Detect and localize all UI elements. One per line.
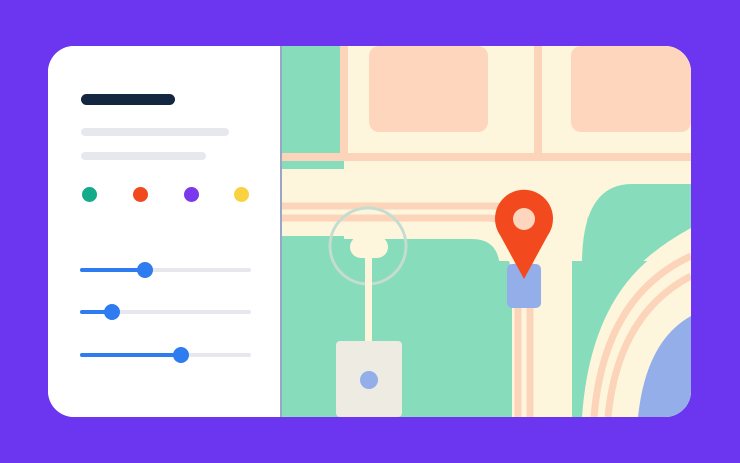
color-option-purple[interactable] <box>184 187 199 202</box>
title-placeholder-bar <box>81 94 175 105</box>
settings-sidebar <box>48 46 280 417</box>
app-window <box>48 46 691 417</box>
map-city-block <box>369 46 488 132</box>
slider-fill <box>80 353 181 357</box>
color-option-teal[interactable] <box>82 187 97 202</box>
slider-handle[interactable] <box>137 262 153 278</box>
color-option-yellow[interactable] <box>234 187 249 202</box>
map-canvas[interactable] <box>282 46 691 417</box>
text-placeholder-bar-1 <box>81 128 229 136</box>
map-view[interactable] <box>282 46 691 417</box>
slider-1[interactable] <box>80 262 251 278</box>
color-option-orange-red[interactable] <box>133 187 148 202</box>
map-path-cap <box>350 236 388 258</box>
slider-3[interactable] <box>80 347 251 363</box>
map-path-connector <box>365 246 372 346</box>
slider-fill <box>80 268 145 272</box>
app-background <box>0 0 740 463</box>
user-location-icon[interactable] <box>360 371 378 389</box>
slider-handle[interactable] <box>173 347 189 363</box>
text-placeholder-bar-2 <box>81 152 206 160</box>
slider-2[interactable] <box>80 304 251 320</box>
slider-handle[interactable] <box>104 304 120 320</box>
pin-center-dot <box>513 208 535 230</box>
map-city-block <box>571 46 691 132</box>
